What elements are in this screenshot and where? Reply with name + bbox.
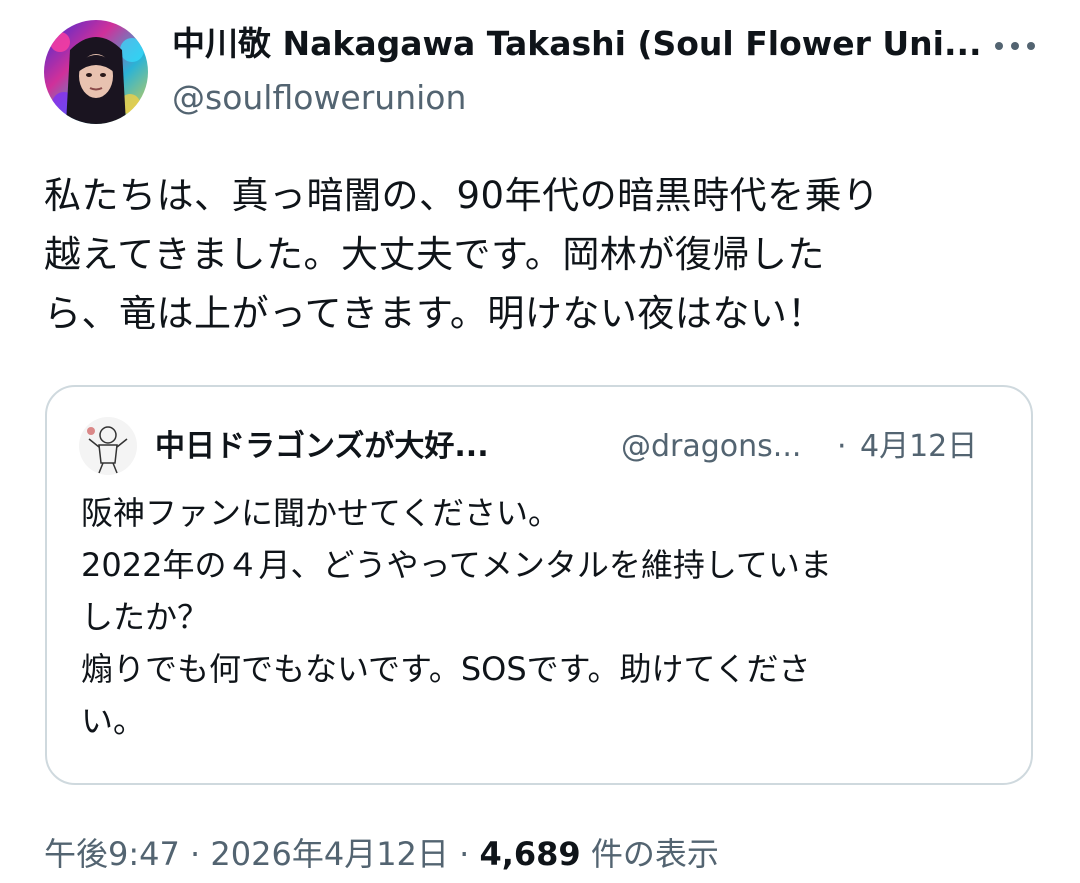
author-handle[interactable]: @soulflowerunion: [172, 76, 466, 120]
author-avatar[interactable]: [44, 20, 148, 124]
avatar-image: [44, 20, 148, 124]
quote-date: 4月12日: [860, 429, 978, 464]
tweet-text-line: ら、竜は上がってきます。明けない夜はない！: [44, 292, 825, 335]
quote-text-line: 阪神ファンに聞かせてください。: [81, 494, 561, 532]
quote-author-name: 中日ドラゴンズが大好...: [155, 429, 489, 464]
quote-text-line: 煽りでも何でもないです。SOSです。助けてくださ: [81, 650, 811, 688]
meta-separator: ·: [448, 835, 480, 873]
quote-text-line: い。: [81, 702, 146, 740]
quote-avatar-image: [79, 417, 137, 475]
tweet-text-line: 越えてきました。大丈夫です。岡林が復帰した: [44, 233, 825, 276]
tweet: 中川敬 Nakagawa Takashi (Soul Flower Uni...…: [0, 0, 1080, 883]
quoted-tweet-card[interactable]: 中日ドラゴンズが大好... @dragons... · 4月12日 阪神ファンに…: [45, 385, 1033, 785]
views-label: 件の表示: [580, 835, 719, 873]
quote-separator: ·: [837, 429, 847, 464]
tweet-meta: 午後9:47 · 2026年4月12日 · 4,689 件の表示: [44, 832, 719, 876]
quote-text: 阪神ファンに聞かせてください。 2022年の４月、どうやってメンタルを維持してい…: [81, 487, 1011, 747]
tweet-time[interactable]: 午後9:47: [44, 835, 180, 873]
quote-author-avatar: [79, 417, 137, 475]
tweet-date[interactable]: 2026年4月12日: [210, 835, 449, 873]
views-count[interactable]: 4,689: [479, 835, 580, 873]
meta-separator: ·: [179, 835, 211, 873]
tweet-text-line: 私たちは、真っ暗闇の、90年代の暗黒時代を乗り: [44, 174, 880, 217]
quote-text-line: 2022年の４月、どうやってメンタルを維持していま: [81, 546, 832, 584]
more-horizontal-icon: [995, 42, 1035, 50]
tweet-text: 私たちは、真っ暗闇の、90年代の暗黒時代を乗り 越えてきました。大丈夫です。岡林…: [44, 166, 1044, 343]
author-display-name[interactable]: 中川敬 Nakagawa Takashi (Soul Flower Uni...: [172, 22, 982, 66]
more-options-button[interactable]: [990, 26, 1040, 66]
quote-text-line: したか？: [81, 598, 210, 636]
quote-author-handle: @dragons...: [621, 429, 802, 464]
